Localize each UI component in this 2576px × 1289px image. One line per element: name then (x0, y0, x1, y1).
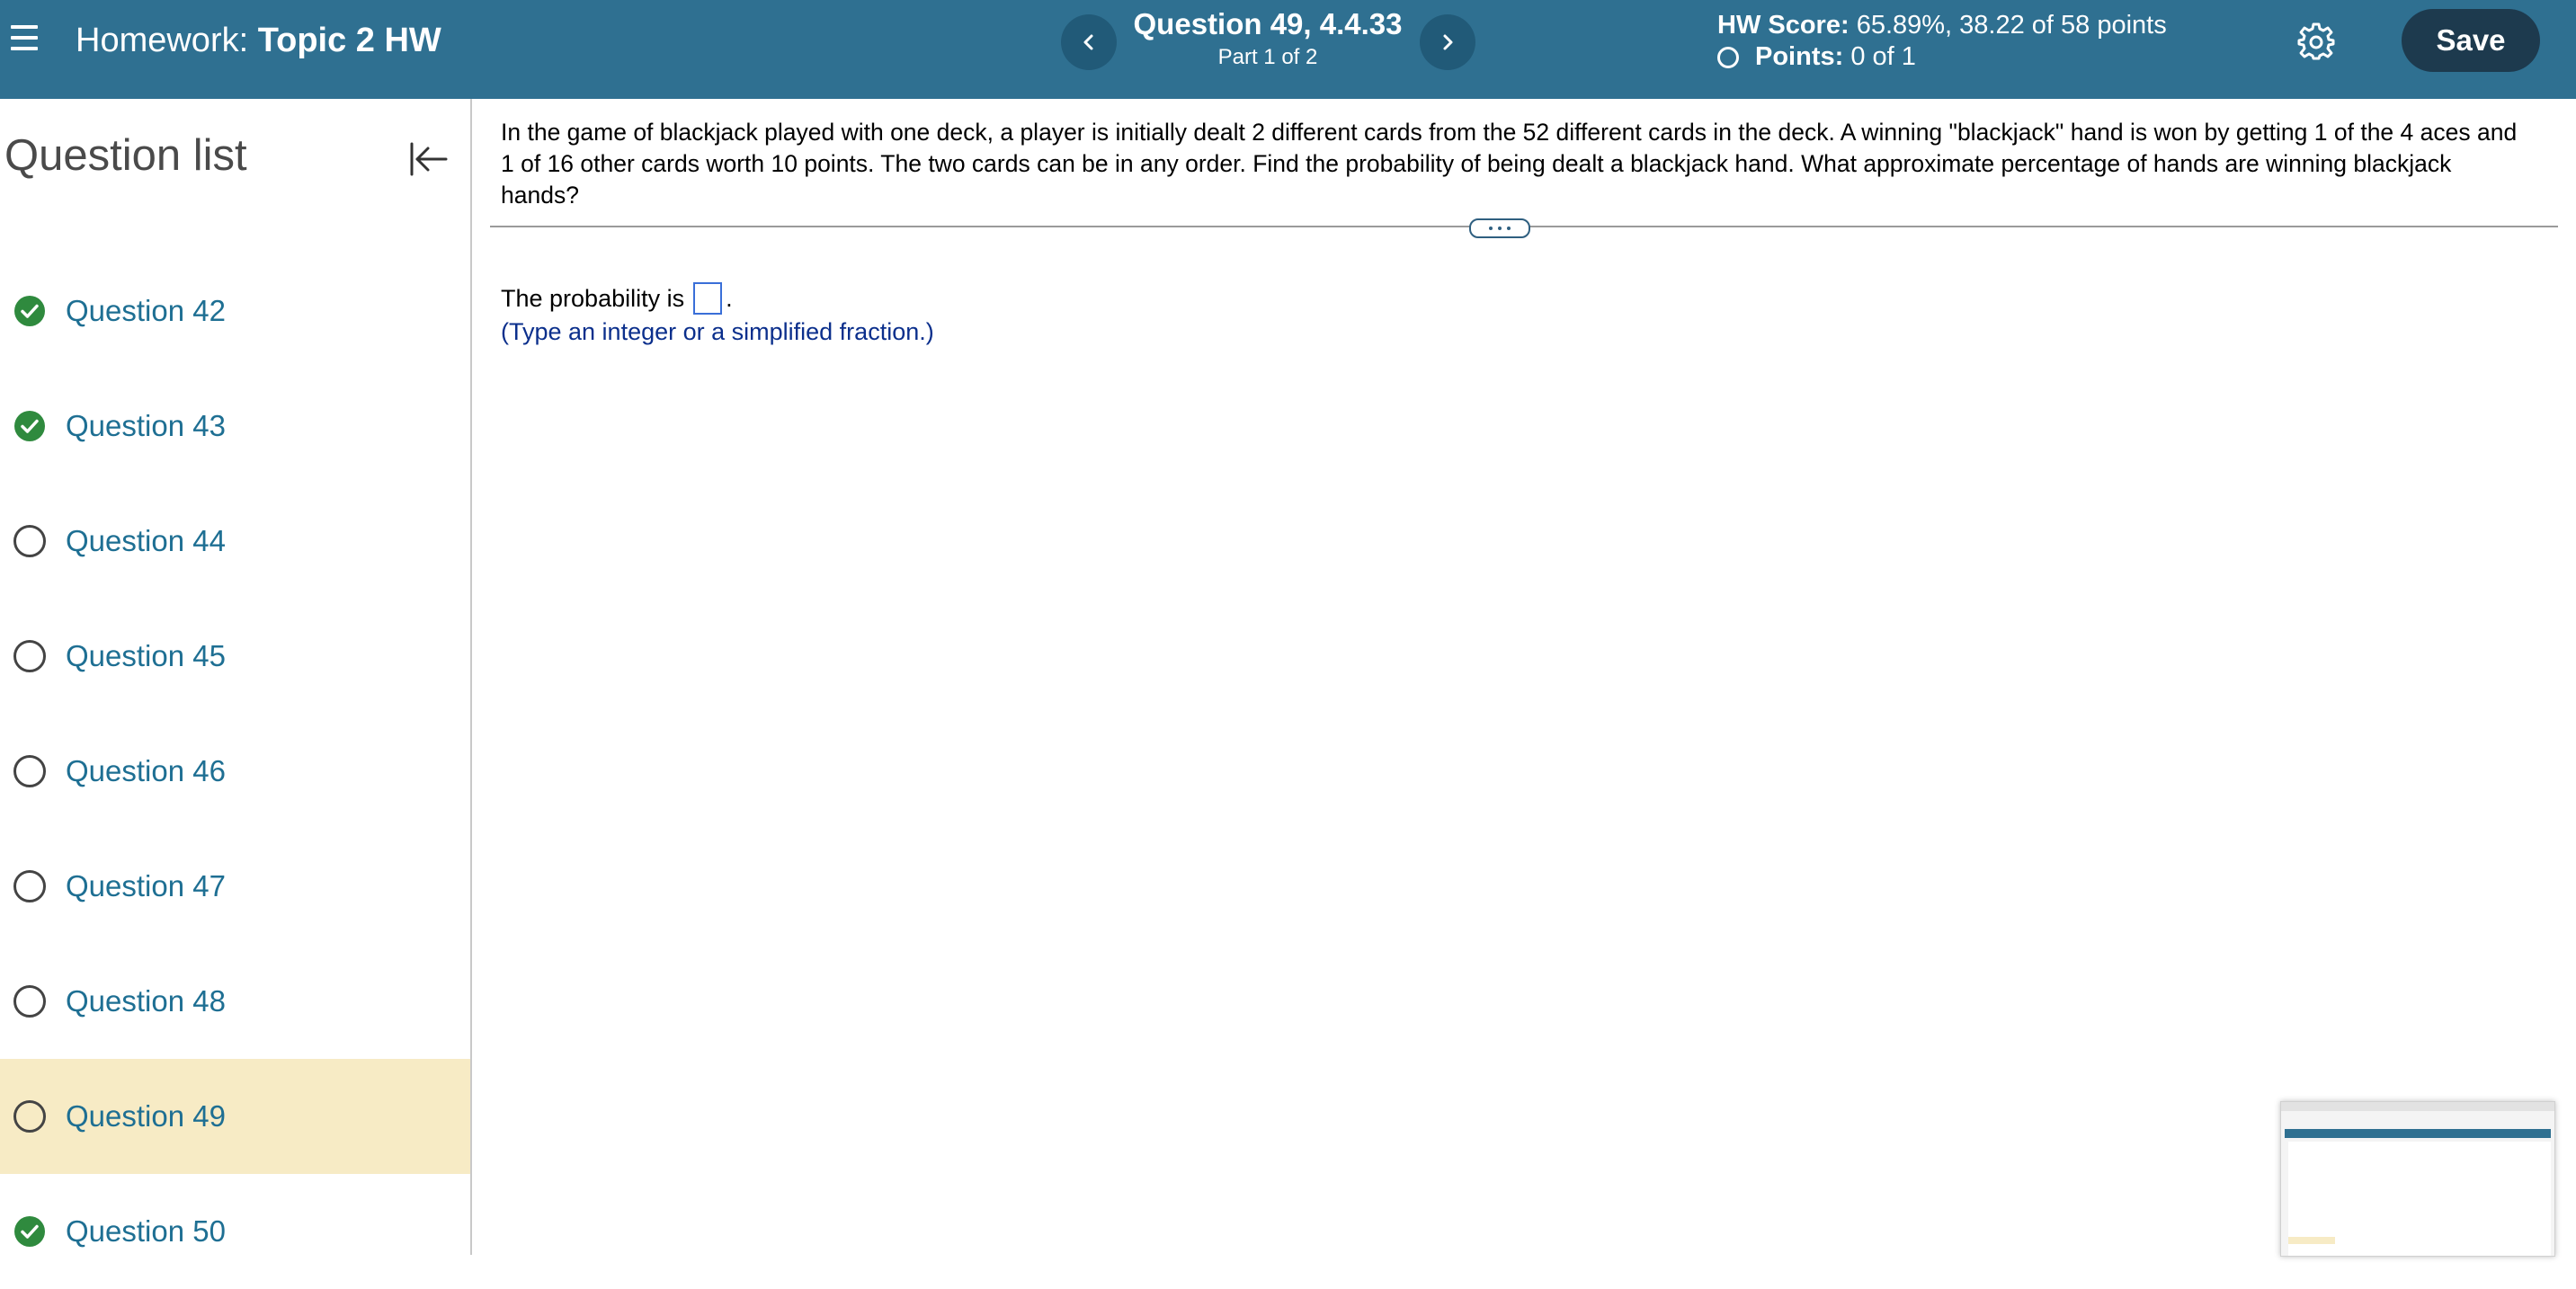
question-list-item-label: Question 48 (66, 984, 226, 1018)
chevron-right-icon (1443, 34, 1453, 50)
open-circle-icon (13, 525, 46, 557)
question-title: Question 49, 4.4.33 (1133, 7, 1403, 40)
points-status-icon (1717, 46, 1739, 68)
points: Points: 0 of 1 (1717, 42, 1916, 72)
question-list-item-label: Question 45 (66, 639, 226, 672)
checkmark-circle-icon (13, 410, 46, 442)
hw-score: HW Score: 65.89%, 38.22 of 58 points (1717, 11, 2167, 40)
question-list-title: Question list (4, 131, 247, 180)
answer-input[interactable] (693, 282, 723, 315)
question-list-item[interactable]: Question 48 (0, 944, 470, 1059)
question-list-item[interactable]: Question 49 (0, 1059, 470, 1174)
question-list-item-label: Question 47 (66, 869, 226, 902)
question-list-item[interactable]: Question 46 (0, 714, 470, 829)
homework-prefix: Homework: (76, 22, 249, 59)
top-bar: Homework: Topic 2 HW Question 49, 4.4.33… (0, 0, 2576, 99)
answer-line: The probability is . (501, 282, 733, 315)
open-circle-icon (13, 985, 46, 1018)
open-circle-icon (13, 755, 46, 787)
checkmark-circle-icon (13, 295, 46, 327)
menu-icon[interactable] (11, 25, 38, 56)
next-question-button[interactable] (1420, 14, 1475, 70)
save-button[interactable]: Save (2402, 9, 2540, 72)
problem-statement: In the game of blackjack played with one… (501, 119, 2518, 209)
question-list-item-label: Question 46 (66, 754, 226, 787)
open-circle-icon (13, 1100, 46, 1133)
points-value: 0 of 1 (1850, 42, 1916, 71)
question-list-item-label: Question 50 (66, 1214, 226, 1248)
question-list-item-label: Question 43 (66, 409, 226, 442)
points-label: Points: (1755, 42, 1844, 71)
question-list-item-label: Question 42 (66, 294, 226, 327)
answer-hint: (Type an integer or a simplified fractio… (501, 318, 934, 345)
question-list-item-label: Question 44 (66, 524, 226, 557)
homework-title: Homework: Topic 2 HW (76, 22, 441, 60)
hw-score-value: 65.89%, 38.22 of 58 points (1856, 11, 2167, 40)
question-list-sidebar: Question list Question 42 Question 43 Ques… (0, 99, 472, 1255)
question-list-item[interactable]: Question 45 (0, 599, 470, 714)
question-list-item[interactable]: Question 44 (0, 484, 470, 599)
question-list-item[interactable]: Question 42 (0, 253, 470, 369)
chevron-left-icon (1083, 34, 1093, 50)
more-options-button[interactable] (1469, 218, 1530, 238)
open-circle-icon (13, 640, 46, 672)
hw-score-label: HW Score: (1717, 11, 1850, 40)
homework-name: Topic 2 HW (257, 22, 441, 59)
gear-icon[interactable] (2296, 22, 2336, 61)
checkmark-circle-icon (13, 1215, 46, 1248)
collapse-left-icon[interactable] (408, 138, 450, 180)
open-circle-icon (13, 870, 46, 902)
question-list-item[interactable]: Question 50 (0, 1174, 470, 1289)
screenshot-thumbnail[interactable] (2280, 1101, 2555, 1257)
answer-suffix: . (726, 284, 733, 312)
question-list-item[interactable]: Question 47 (0, 829, 470, 944)
question-part: Part 1 of 2 (1217, 45, 1318, 69)
answer-prefix: The probability is (501, 284, 685, 312)
question-list-item-label: Question 49 (66, 1099, 226, 1133)
question-list-item[interactable]: Question 43 (0, 369, 470, 484)
